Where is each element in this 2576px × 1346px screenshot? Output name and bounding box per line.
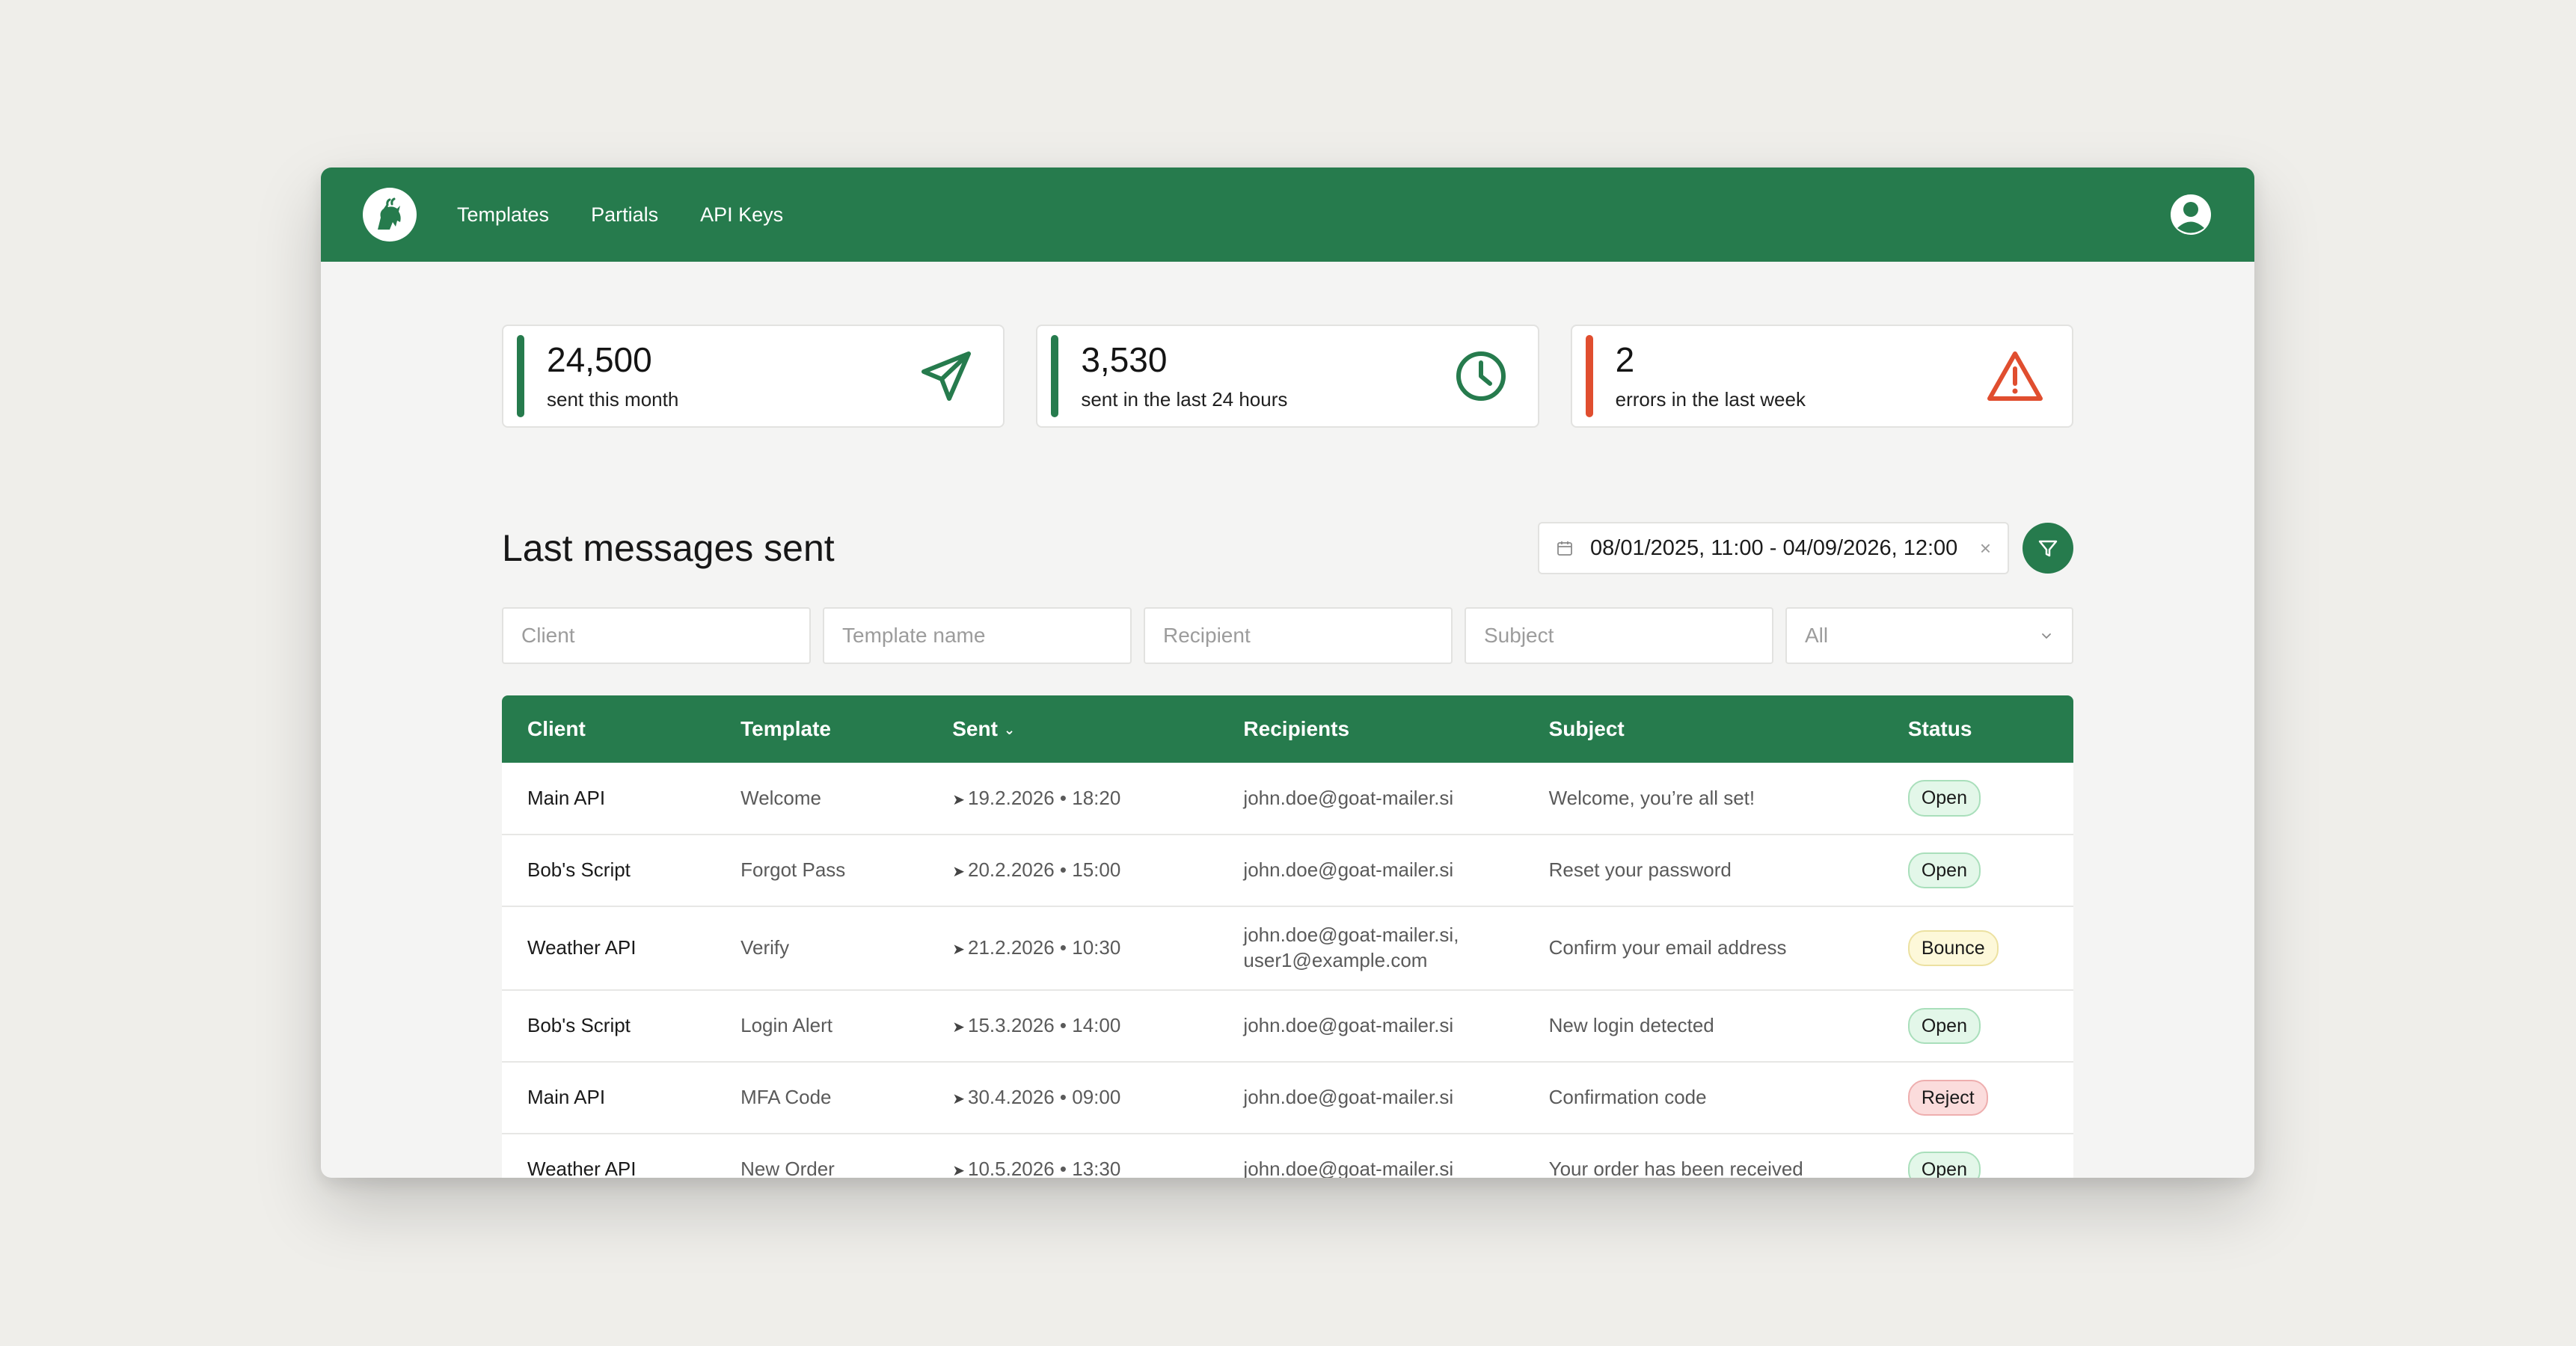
cell-recipients: john.doe@goat-mailer.si [1243, 786, 1454, 809]
stat-value: 2 [1615, 340, 1635, 380]
cell-recipients: john.doe@goat-mailer.si [1243, 1014, 1454, 1037]
date-range-picker[interactable]: 08/01/2025, 11:00 - 04/09/2026, 12:00 × [1538, 522, 2009, 574]
client-filter-input[interactable] [502, 607, 811, 664]
status-filter-select[interactable]: All [1785, 607, 2073, 664]
col-template[interactable]: Template [715, 695, 927, 763]
cell-client: Main API [527, 1086, 606, 1109]
cell-sent: ➤ 20.2.2026 • 15:00 [952, 858, 1121, 882]
nav-partials[interactable]: Partials [591, 203, 658, 227]
cell-subject: Confirmation code [1548, 1086, 1707, 1109]
app-window: Templates Partials API Keys 24,500 sent … [321, 168, 2254, 1178]
cell-subject: New login detected [1548, 1014, 1714, 1037]
cell-sent: ➤ 30.4.2026 • 09:00 [952, 1086, 1121, 1109]
user-avatar-icon[interactable] [2169, 193, 2212, 236]
clock-icon [1451, 346, 1511, 406]
stat-card-errors: 2 errors in the last week [1570, 325, 2073, 428]
template-filter-input[interactable] [823, 607, 1132, 664]
warning-icon [1985, 346, 2045, 406]
cell-client: Bob's Script [527, 858, 631, 882]
navbar: Templates Partials API Keys [321, 168, 2254, 262]
nav-api-keys[interactable]: API Keys [700, 203, 783, 227]
sent-arrow-icon: ➤ [952, 1019, 966, 1036]
cell-sent: ➤ 19.2.2026 • 18:20 [952, 786, 1121, 809]
cell-sent: ➤ 21.2.2026 • 10:30 [952, 936, 1121, 959]
table-row[interactable]: Bob's Script Login Alert ➤ 15.3.2026 • 14… [502, 990, 2073, 1062]
status-badge: Open [1907, 780, 1981, 817]
cell-template: MFA Code [740, 1086, 832, 1109]
cell-client: Main API [527, 786, 606, 809]
cell-subject: Confirm your email address [1548, 936, 1787, 959]
table-row[interactable]: Weather API New Order ➤ 10.5.2026 • 13:30… [502, 1134, 2073, 1178]
col-status[interactable]: Status [1883, 695, 2073, 763]
cell-sent: ➤ 10.5.2026 • 13:30 [927, 1134, 1218, 1178]
table-header: Client Template Sent ⌄ Recipients Subject… [502, 695, 2073, 763]
cell-subject: Your order has been received [1548, 1158, 1803, 1178]
status-badge: Open [1907, 852, 1981, 889]
col-client[interactable]: Client [502, 695, 715, 763]
sent-arrow-icon: ➤ [952, 1163, 966, 1178]
cell-client: Bob's Script [527, 1014, 631, 1037]
status-badge: Reject [1907, 1079, 1988, 1116]
cell-recipients: john.doe@goat-mailer.si [1243, 1086, 1454, 1109]
chevron-down-icon [2042, 633, 2051, 639]
section-header: Last messages sent 08/01/2025, 11:00 - 0… [502, 522, 2073, 574]
table-row[interactable]: Main API Welcome ➤ 19.2.2026 • 18:20 john… [502, 763, 2073, 835]
sent-arrow-icon: ➤ [952, 864, 966, 881]
funnel-icon [2038, 540, 2058, 557]
main-content: 24,500 sent this month 3,530 sent in the… [321, 325, 2254, 1178]
messages-table: Client Template Sent ⌄ Recipients Subject… [502, 695, 2073, 1178]
sort-desc-icon: ⌄ [1003, 722, 1016, 738]
nav-templates[interactable]: Templates [457, 203, 549, 227]
sent-arrow-icon: ➤ [952, 941, 966, 959]
col-subject[interactable]: Subject [1524, 695, 1883, 763]
recipient-filter-input[interactable] [1144, 607, 1453, 664]
stat-label: sent in the last 24 hours [1081, 387, 1288, 411]
sent-arrow-icon: ➤ [952, 1091, 966, 1108]
stat-value: 3,530 [1081, 340, 1168, 380]
cell-recipients: john.doe@goat-mailer.si, user1@example.co… [1243, 924, 1459, 971]
stat-accent-bar [517, 335, 524, 417]
send-icon [916, 346, 976, 406]
page-title: Last messages sent [502, 527, 835, 569]
stat-card-sent-24h: 3,530 sent in the last 24 hours [1036, 325, 1539, 428]
stat-card-sent-month: 24,500 sent this month [502, 325, 1005, 428]
table-row[interactable]: Weather API Verify ➤ 21.2.2026 • 10:30 jo… [502, 906, 2073, 990]
date-range-value: 08/01/2025, 11:00 - 04/09/2026, 12:00 [1590, 535, 1958, 560]
stat-label: errors in the last week [1615, 387, 1806, 411]
cell-template: New Order [740, 1158, 835, 1178]
cell-template: Login Alert [740, 1014, 832, 1037]
sent-arrow-icon: ➤ [952, 791, 966, 808]
cell-recipients: john.doe@goat-mailer.si [1243, 858, 1454, 882]
stat-value: 24,500 [547, 340, 652, 380]
stats-row: 24,500 sent this month 3,530 sent in the… [502, 325, 2073, 428]
cell-subject: Reset your password [1548, 858, 1732, 882]
table-row[interactable]: Main API MFA Code ➤ 30.4.2026 • 09:00 joh… [502, 1062, 2073, 1134]
cell-client: Weather API [527, 936, 637, 959]
status-badge: Bounce [1907, 929, 1999, 967]
clear-icon[interactable]: × [1980, 537, 1991, 560]
col-sent[interactable]: Sent ⌄ [927, 695, 1218, 763]
table-row[interactable]: Bob's Script Forgot Pass ➤ 20.2.2026 • 15… [502, 835, 2073, 906]
stat-accent-bar [1585, 335, 1593, 417]
cell-template: Forgot Pass [740, 858, 846, 882]
goat-logo-icon[interactable] [363, 188, 417, 242]
subject-filter-input[interactable] [1465, 607, 1773, 664]
cell-recipients: john.doe@goat-mailer.si [1243, 1158, 1454, 1178]
cell-client: Weather API [527, 1158, 637, 1178]
cell-template: Welcome [740, 786, 822, 809]
status-badge: Open [1907, 1007, 1981, 1045]
cell-subject: Welcome, you’re all set! [1548, 786, 1755, 809]
status-filter-value: All [1805, 624, 1829, 647]
col-recipients[interactable]: Recipients [1218, 695, 1523, 763]
calendar-icon [1556, 539, 1574, 557]
cell-template: Verify [740, 936, 790, 959]
filter-row: All [502, 607, 2073, 664]
status-badge: Open [1907, 1151, 1981, 1178]
cell-sent: ➤ 15.3.2026 • 14:00 [952, 1014, 1121, 1037]
stat-accent-bar [1051, 335, 1059, 417]
stat-label: sent this month [547, 387, 679, 411]
filter-button[interactable] [2023, 523, 2073, 574]
